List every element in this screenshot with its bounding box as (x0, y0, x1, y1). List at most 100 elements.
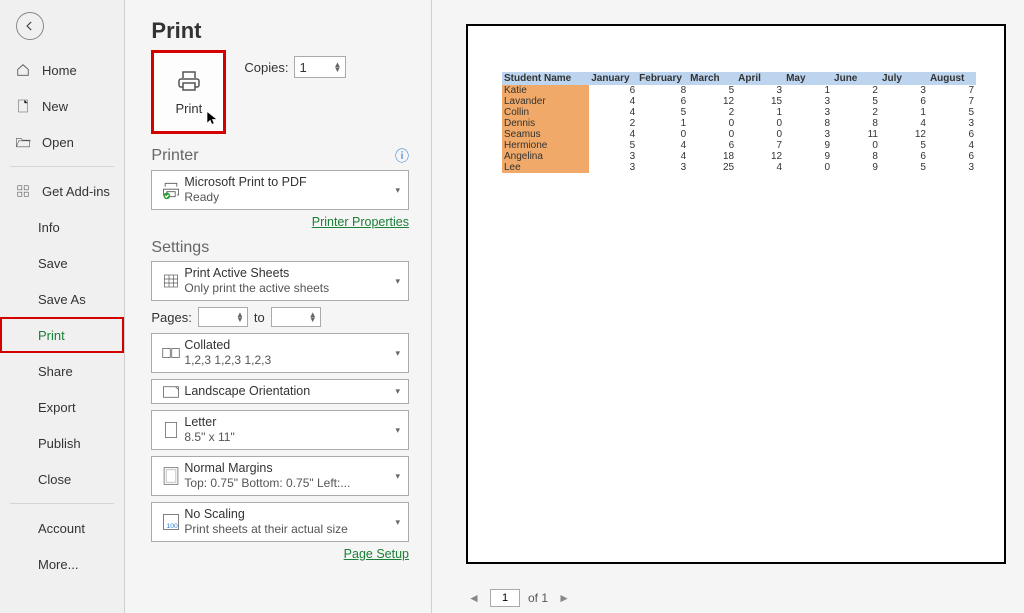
sidebar-item-label: Save (38, 256, 68, 271)
home-icon (14, 63, 32, 77)
data-cell: 3 (736, 85, 784, 96)
page-navigator: ◄ of 1 ► (432, 583, 1024, 613)
sheets-icon (158, 273, 184, 289)
printer-icon (175, 69, 203, 93)
printer-dropdown[interactable]: Microsoft Print to PDF Ready ▾ (151, 170, 409, 210)
sidebar-item-more[interactable]: More... (0, 546, 124, 582)
new-icon (14, 99, 32, 113)
chevron-down-icon: ▾ (393, 185, 402, 196)
sidebar-item-share[interactable]: Share (0, 353, 124, 389)
sidebar-item-publish[interactable]: Publish (0, 425, 124, 461)
table-row: Lavander4612153567 (502, 96, 976, 107)
student-name-cell: Katie (502, 85, 589, 96)
next-page-button[interactable]: ► (556, 591, 572, 605)
data-cell: 1 (880, 107, 928, 118)
margins-dropdown[interactable]: Normal Margins Top: 0.75" Bottom: 0.75" … (151, 456, 409, 496)
info-icon[interactable]: ⓘ (395, 146, 409, 166)
print-button[interactable]: Print (151, 50, 226, 134)
sidebar-item-info[interactable]: Info (0, 209, 124, 245)
landscape-icon (158, 385, 184, 399)
table-row: Seamus4000311126 (502, 129, 976, 140)
page-number-input[interactable] (490, 589, 520, 607)
chevron-down-icon: ▾ (393, 386, 402, 397)
sidebar-item-home[interactable]: Home (0, 52, 124, 88)
sidebar-item-label: Share (38, 364, 73, 379)
data-cell: 3 (928, 118, 976, 129)
table-header: April (736, 72, 784, 85)
data-cell: 8 (832, 151, 880, 162)
sidebar-item-print[interactable]: Print (0, 317, 124, 353)
pages-to-label: to (254, 310, 265, 325)
paper-size-dropdown[interactable]: Letter 8.5" x 11" ▾ (151, 410, 409, 450)
printer-properties-link[interactable]: Printer Properties (312, 215, 409, 229)
data-cell: 15 (736, 96, 784, 107)
data-cell: 4 (637, 151, 688, 162)
scaling-dropdown[interactable]: 100 No Scaling Print sheets at their act… (151, 502, 409, 542)
spinner-icon: ▲▼ (309, 312, 317, 322)
orientation-dropdown[interactable]: Landscape Orientation ▾ (151, 379, 409, 404)
sidebar-item-get-addins[interactable]: Get Add-ins (0, 173, 124, 209)
printer-status: Ready (184, 190, 393, 205)
addins-icon (14, 184, 32, 198)
settings-section-header: Settings (151, 239, 409, 257)
data-cell: 12 (880, 129, 928, 140)
divider (10, 166, 114, 167)
table-row: Lee332540953 (502, 162, 976, 173)
data-cell: 4 (637, 140, 688, 151)
data-cell: 2 (589, 118, 637, 129)
table-header: Student Name (502, 72, 589, 85)
chevron-down-icon: ▾ (393, 276, 402, 287)
data-cell: 0 (832, 140, 880, 151)
sidebar-item-new[interactable]: New (0, 88, 124, 124)
copies-input[interactable]: 1 ▲▼ (294, 56, 346, 78)
data-cell: 3 (784, 107, 832, 118)
collate-dropdown[interactable]: Collated 1,2,3 1,2,3 1,2,3 ▾ (151, 333, 409, 373)
chevron-down-icon: ▾ (393, 348, 402, 359)
student-name-cell: Lee (502, 162, 589, 173)
pages-from-input[interactable]: ▲▼ (198, 307, 248, 327)
data-cell: 6 (928, 129, 976, 140)
data-cell: 6 (928, 151, 976, 162)
data-cell: 0 (736, 129, 784, 140)
prev-page-button[interactable]: ◄ (466, 591, 482, 605)
student-name-cell: Angelina (502, 151, 589, 162)
table-row: Angelina3418129866 (502, 151, 976, 162)
copies-label: Copies: (244, 60, 288, 75)
data-cell: 3 (784, 129, 832, 140)
back-button[interactable] (16, 12, 44, 40)
sidebar-item-label: Account (38, 521, 85, 536)
data-cell: 2 (688, 107, 736, 118)
table-row: Dennis21008843 (502, 118, 976, 129)
data-cell: 9 (832, 162, 880, 173)
pages-label: Pages: (151, 310, 191, 325)
pages-to-input[interactable]: ▲▼ (271, 307, 321, 327)
data-cell: 11 (832, 129, 880, 140)
data-cell: 6 (688, 140, 736, 151)
sidebar-item-label: Publish (38, 436, 81, 451)
data-cell: 7 (928, 85, 976, 96)
data-cell: 25 (688, 162, 736, 173)
data-cell: 4 (928, 140, 976, 151)
print-what-dropdown[interactable]: Print Active Sheets Only print the activ… (151, 261, 409, 301)
sidebar-item-close[interactable]: Close (0, 461, 124, 497)
sidebar-item-save-as[interactable]: Save As (0, 281, 124, 317)
data-cell: 5 (880, 140, 928, 151)
chevron-down-icon: ▾ (393, 425, 402, 436)
table-header: May (784, 72, 832, 85)
data-cell: 0 (637, 129, 688, 140)
sidebar-item-export[interactable]: Export (0, 389, 124, 425)
data-cell: 4 (880, 118, 928, 129)
student-name-cell: Collin (502, 107, 589, 118)
data-cell: 7 (736, 140, 784, 151)
table-row: Hermione54679054 (502, 140, 976, 151)
data-cell: 2 (832, 107, 880, 118)
sidebar-item-account[interactable]: Account (0, 510, 124, 546)
sidebar-item-label: Save As (38, 292, 86, 307)
sidebar-item-open[interactable]: Open (0, 124, 124, 160)
sidebar-item-label: Home (42, 63, 77, 78)
spinner-icon[interactable]: ▲▼ (334, 62, 342, 72)
sidebar-item-save[interactable]: Save (0, 245, 124, 281)
data-cell: 12 (688, 96, 736, 107)
page-setup-link[interactable]: Page Setup (344, 547, 409, 561)
data-cell: 8 (832, 118, 880, 129)
